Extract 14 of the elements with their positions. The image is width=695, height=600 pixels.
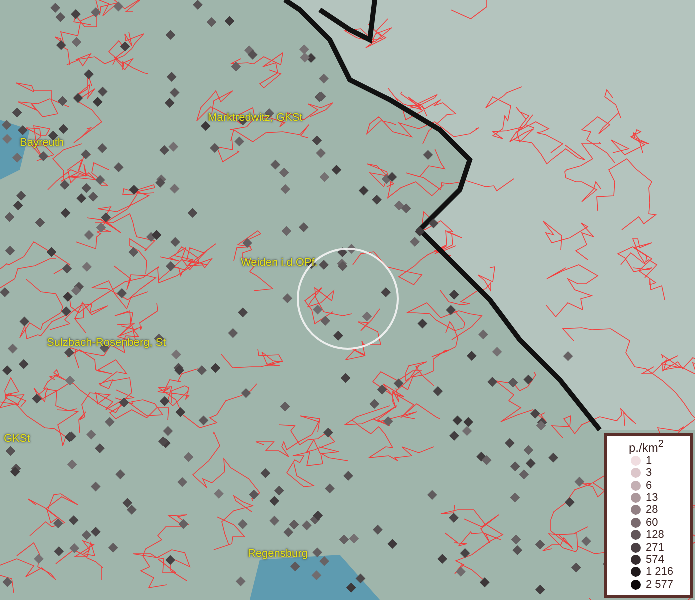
legend-label: 13 bbox=[646, 492, 658, 504]
legend-title: p./km$^{2}$ bbox=[628, 438, 664, 455]
place-label: Regensburg bbox=[248, 548, 308, 560]
legend-label: 574 bbox=[646, 554, 664, 566]
legend-label: 1 bbox=[646, 454, 652, 467]
legend-label: 3 bbox=[646, 467, 652, 480]
legend-label: 2 577 bbox=[646, 578, 674, 591]
legend-label: 128 bbox=[646, 529, 664, 542]
legend-label: 60 bbox=[646, 516, 658, 529]
legend-label: 271 bbox=[646, 542, 664, 554]
legend-label: 6 bbox=[646, 480, 652, 492]
place-label: GKSt bbox=[4, 433, 30, 445]
legend-label: 1 216 bbox=[646, 566, 674, 578]
legend-label: 28 bbox=[646, 504, 658, 516]
